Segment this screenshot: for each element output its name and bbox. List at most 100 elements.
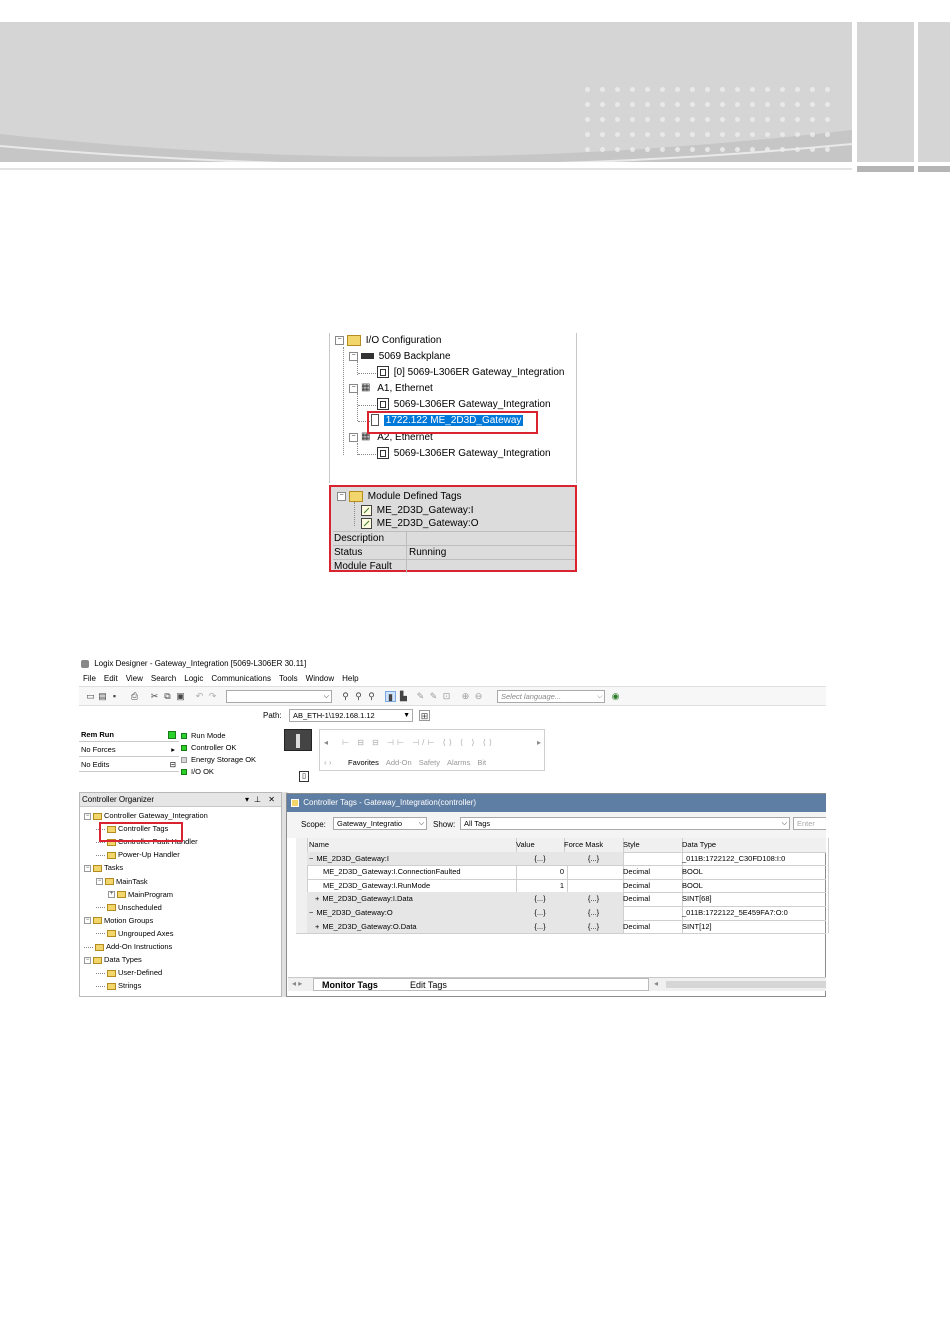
organizer-item[interactable]: − Motion Groups: [84, 914, 153, 927]
horizontal-scrollbar[interactable]: [666, 981, 826, 988]
instruction-tab-add-on[interactable]: Add-On: [386, 758, 412, 767]
table-row[interactable]: + ME_2D3D_Gateway:I.Data {...} {...} Decimal…: [296, 892, 829, 907]
collapse-icon[interactable]: −: [84, 812, 91, 820]
browse-icon[interactable]: ⚲: [366, 691, 377, 702]
instruction-tab-bit[interactable]: Bit: [477, 758, 486, 767]
menu-item-logic[interactable]: Logic: [184, 674, 203, 683]
chart-icon[interactable]: ▙: [398, 691, 409, 702]
tab-monitor-tags[interactable]: Monitor Tags: [322, 980, 378, 990]
path-combo[interactable]: AB_ETH-1\192.168.1.12 ▼: [289, 709, 413, 722]
filter-input[interactable]: Enter: [793, 817, 826, 830]
status-edits[interactable]: No Edits ⊟: [79, 758, 179, 772]
collapse-icon[interactable]: −: [84, 956, 91, 964]
organizer-item[interactable]: Ungrouped Axes: [96, 927, 173, 940]
search-combo[interactable]: ⌵: [226, 690, 332, 703]
dropdown-icon[interactable]: ▾: [245, 793, 249, 806]
network-browse-icon[interactable]: ⊞: [419, 710, 430, 721]
menu-item-help[interactable]: Help: [342, 674, 358, 683]
organizer-item[interactable]: Power-Up Handler: [96, 848, 180, 861]
language-select[interactable]: Select language... ⌵: [497, 690, 605, 703]
edit-icon[interactable]: ✎: [415, 691, 426, 702]
organizer-item[interactable]: − Controller Gateway_Integration: [84, 809, 208, 822]
paste-icon[interactable]: ▣: [175, 691, 186, 702]
instruction-tab-favorites[interactable]: Favorites: [348, 758, 379, 767]
instruction-palette: ◂ ⊢ ⊟ ⊟ ⊣⊢ ⊣/⊢ ⟨⟩ ⟨ ⟩ ⟨⟩ ▸ ‹ › Favorites…: [319, 729, 545, 771]
tab-edit-tags[interactable]: Edit Tags: [410, 980, 447, 990]
table-row[interactable]: + ME_2D3D_Gateway:O.Data {...} {...} Decimal…: [296, 919, 829, 935]
expand-icon[interactable]: +: [108, 891, 115, 899]
collapse-icon[interactable]: −: [309, 854, 313, 863]
collapse-icon[interactable]: −: [96, 878, 103, 886]
collapse-icon[interactable]: −: [309, 908, 313, 917]
ladder-elements-icon[interactable]: ⊢ ⊟ ⊟ ⊣⊢ ⊣/⊢ ⟨⟩ ⟨ ⟩ ⟨⟩: [342, 738, 495, 747]
collapse-icon[interactable]: −: [349, 351, 358, 361]
tag-node[interactable]: ME_2D3D_Gateway:I: [361, 504, 474, 518]
find-next-icon[interactable]: ⚲: [353, 691, 364, 702]
menu-item-file[interactable]: File: [83, 674, 96, 683]
organizer-item[interactable]: − Data Types: [84, 953, 142, 966]
print-icon[interactable]: ⎙: [129, 691, 140, 702]
collapse-icon[interactable]: −: [349, 432, 358, 442]
menu-item-view[interactable]: View: [126, 674, 143, 683]
tab-scroll-icon[interactable]: ‹ ›: [324, 758, 332, 767]
organizer-item[interactable]: Add-On Instructions: [84, 940, 172, 953]
table-row[interactable]: − ME_2D3D_Gateway:I {...} {...} _011B:172212…: [296, 851, 829, 867]
menu-item-search[interactable]: Search: [151, 674, 176, 683]
tree-node-a2-controller[interactable]: 5069-L306ER Gateway_Integration: [377, 447, 551, 461]
menu-item-window[interactable]: Window: [306, 674, 334, 683]
expand-icon[interactable]: +: [315, 922, 319, 931]
collapse-icon[interactable]: −: [335, 335, 344, 345]
scroll-left-icon[interactable]: ◂ ▸: [292, 979, 302, 988]
status-forces[interactable]: No Forces ▸: [79, 743, 179, 757]
tab-strip: Monitor Tags Edit Tags: [313, 978, 649, 991]
globe-icon[interactable]: ◉: [610, 691, 621, 702]
instruction-tab-safety[interactable]: Safety: [419, 758, 440, 767]
undo-icon[interactable]: ↶: [194, 691, 205, 702]
organizer-item[interactable]: − Tasks: [84, 861, 123, 874]
collapse-icon[interactable]: −: [337, 491, 346, 501]
collapse-icon[interactable]: −: [84, 864, 91, 872]
close-icon[interactable]: ✕: [268, 793, 275, 806]
module-defined-tags-node[interactable]: − Module Defined Tags: [337, 490, 462, 504]
tree-node-a1-ethernet[interactable]: − A1, Ethernet: [349, 382, 433, 396]
verify-icon[interactable]: ▮: [385, 691, 396, 702]
tag-node[interactable]: ME_2D3D_Gateway:O: [361, 517, 479, 531]
find-icon[interactable]: ⚲: [340, 691, 351, 702]
organizer-item[interactable]: Strings: [96, 979, 141, 992]
menu-item-communications[interactable]: Communications: [211, 674, 271, 683]
copy-icon[interactable]: ⧉: [162, 691, 173, 702]
tree-node-backplane[interactable]: − 5069 Backplane: [349, 350, 451, 364]
scroll-left-icon[interactable]: ◂: [324, 738, 328, 747]
menu-item-tools[interactable]: Tools: [279, 674, 298, 683]
edit-icon[interactable]: ✎: [428, 691, 439, 702]
tree-node-controller[interactable]: [0] 5069-L306ER Gateway_Integration: [377, 366, 564, 380]
instruction-tab-alarms[interactable]: Alarms: [447, 758, 470, 767]
tree-node-ethernet-controller[interactable]: 5069-L306ER Gateway_Integration: [377, 398, 551, 412]
save-icon[interactable]: ▪: [109, 691, 120, 702]
scroll-right-icon[interactable]: ▸: [537, 738, 541, 747]
show-combo[interactable]: All Tags ⌵: [460, 817, 790, 830]
table-row[interactable]: ME_2D3D_Gateway:I.ConnectionFaulted 0 Deci…: [296, 865, 829, 880]
lock-icon[interactable]: ⊡: [441, 691, 452, 702]
organizer-item[interactable]: User-Defined: [96, 966, 162, 979]
pin-icon[interactable]: ⊥: [254, 793, 261, 806]
table-row[interactable]: ME_2D3D_Gateway:I.RunMode 1 Decimal BOOL: [296, 878, 829, 894]
scope-combo[interactable]: Gateway_Integratio ⌵: [333, 817, 427, 830]
tree-node-io-configuration[interactable]: − I/O Configuration: [335, 334, 441, 348]
expand-icon[interactable]: +: [315, 894, 319, 903]
zoom-out-icon[interactable]: ⊖: [473, 691, 484, 702]
organizer-item[interactable]: Unscheduled: [96, 901, 162, 914]
cut-icon[interactable]: ✂: [149, 691, 160, 702]
scroll-left-icon[interactable]: ◂: [654, 979, 658, 988]
open-folder-icon[interactable]: ▤: [97, 691, 108, 702]
organizer-item[interactable]: − MainTask: [96, 875, 148, 888]
menu-item-edit[interactable]: Edit: [104, 674, 118, 683]
table-row[interactable]: − ME_2D3D_Gateway:O {...} {...} _011B:172212…: [296, 906, 829, 921]
redo-icon[interactable]: ↷: [207, 691, 218, 702]
status-mode[interactable]: Rem Run: [79, 728, 179, 742]
new-file-icon[interactable]: ▭: [85, 691, 96, 702]
zoom-in-icon[interactable]: ⊕: [460, 691, 471, 702]
collapse-icon[interactable]: −: [84, 917, 91, 925]
organizer-item[interactable]: + MainProgram: [108, 888, 173, 901]
collapse-icon[interactable]: −: [349, 383, 358, 393]
